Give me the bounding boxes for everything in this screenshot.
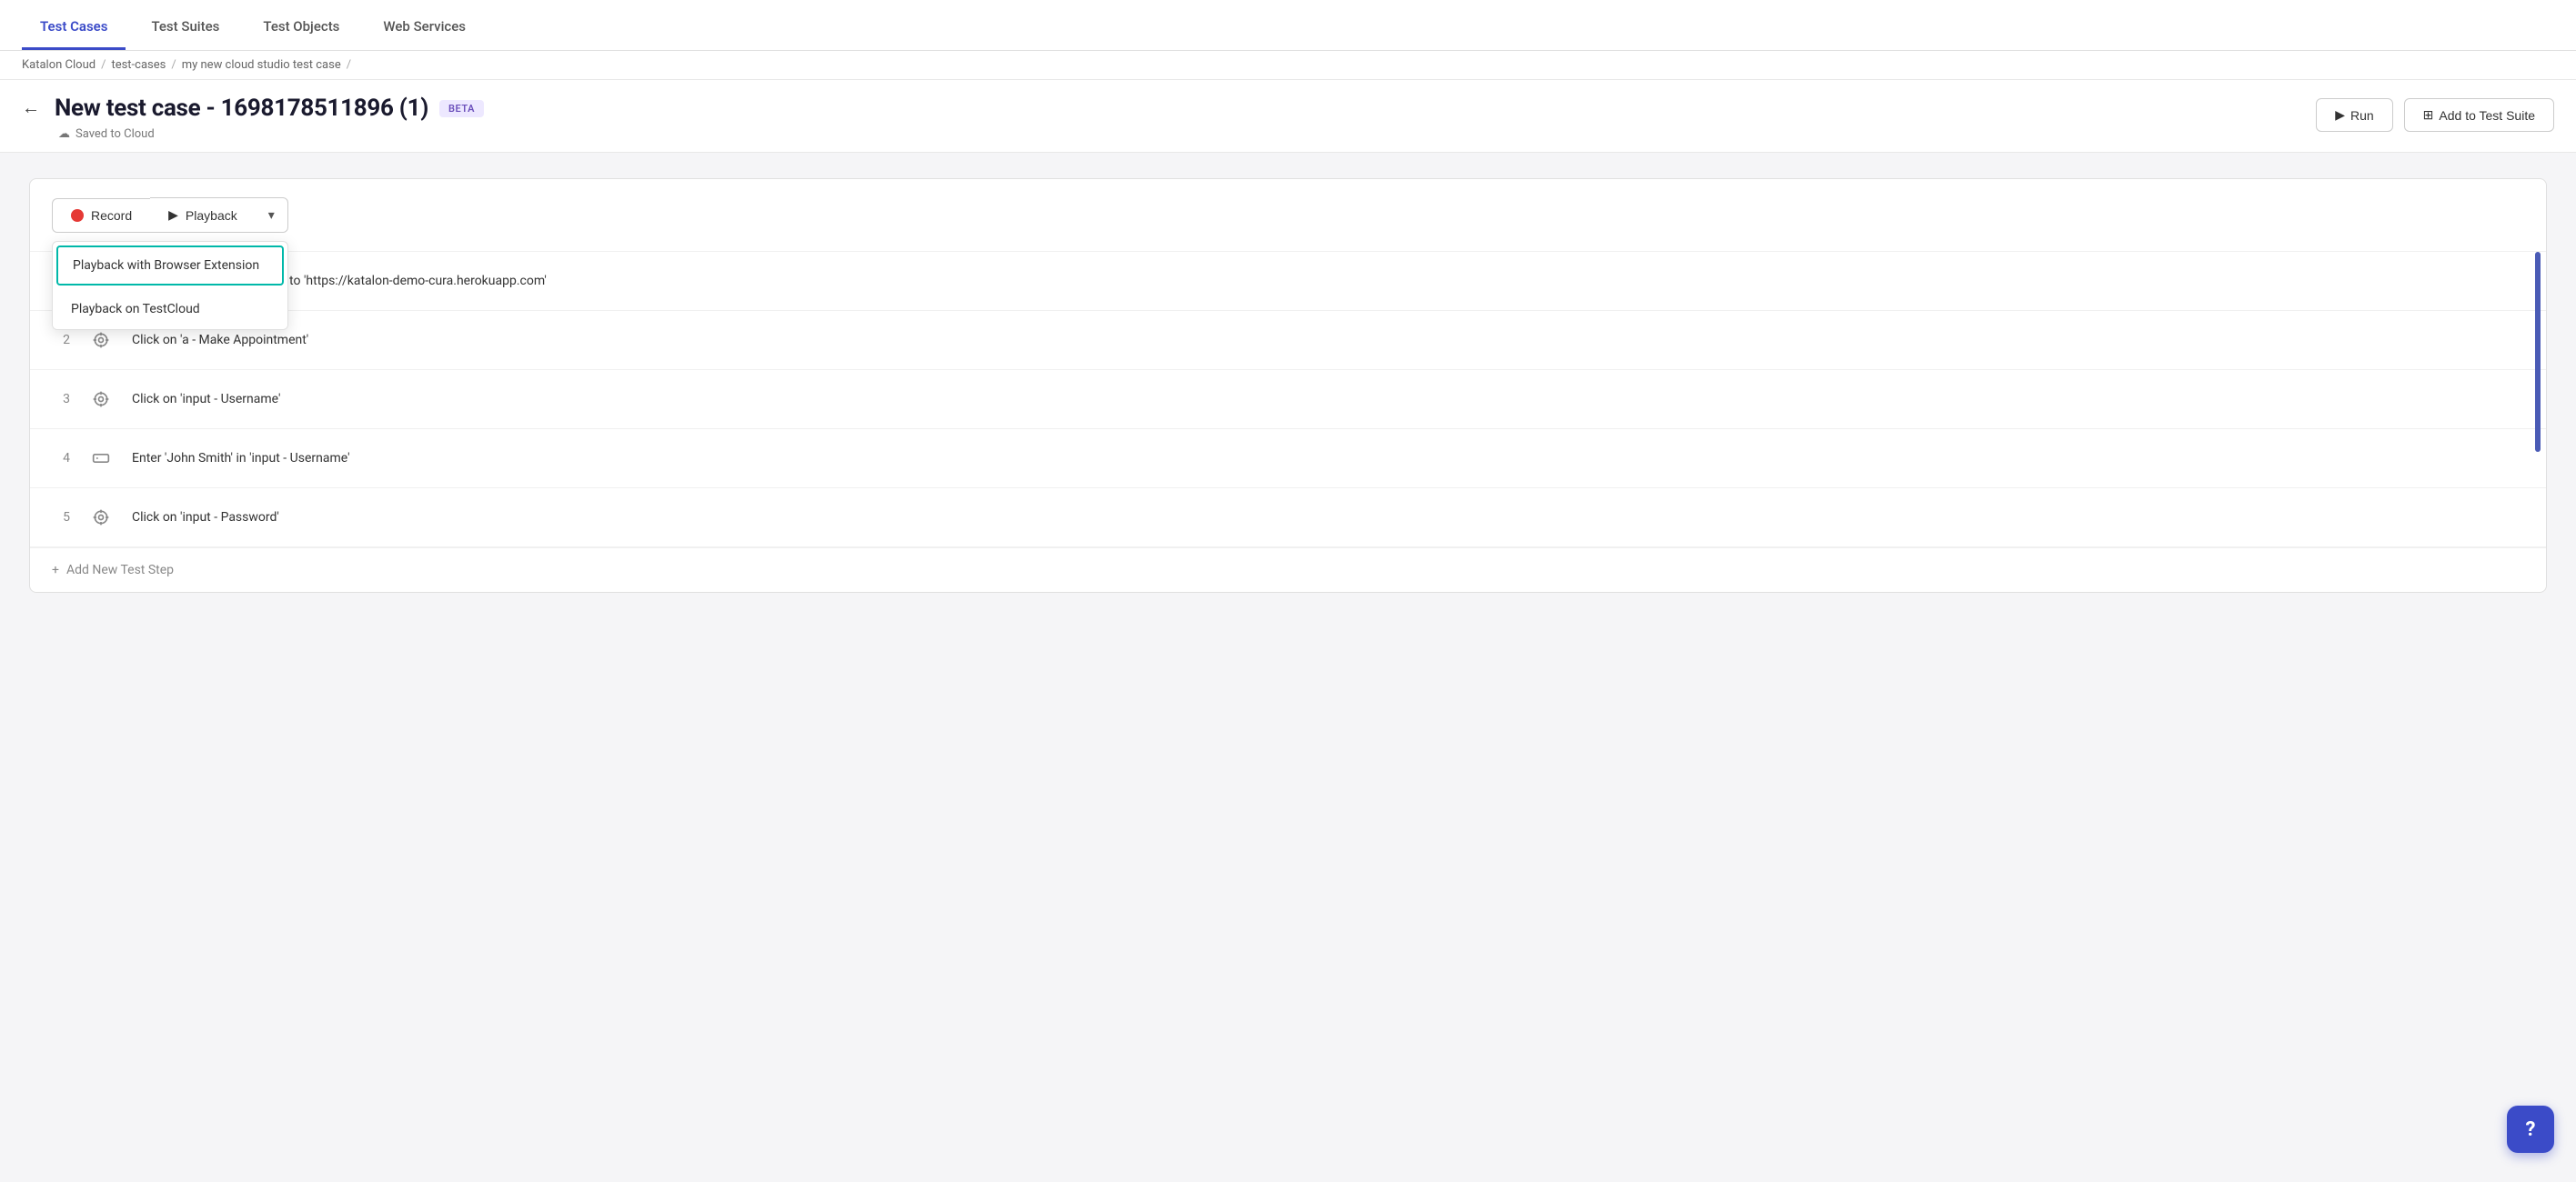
plus-icon: + [52,563,59,577]
tab-test-cases[interactable]: Test Cases [22,4,126,50]
run-label: Run [2350,108,2374,123]
run-icon: ▶ [2335,107,2345,123]
table-row: 3 Click on 'input - Username' [30,370,2546,429]
add-suite-label: Add to Test Suite [2439,108,2535,123]
header-actions: ▶ Run ⊞ Add to Test Suite [2316,98,2554,132]
target-icon [88,327,114,353]
test-steps: Open browser and navigate to 'https://ka… [30,252,2546,547]
add-step-row[interactable]: + Add New Test Step [30,547,2546,592]
target-icon [88,505,114,530]
run-button[interactable]: ▶ Run [2316,98,2392,132]
saved-status: ☁ Saved to Cloud [22,127,484,141]
toolbar: Record ▶ Playback ▾ [30,179,2546,252]
beta-badge: Beta [439,100,484,117]
target-icon [88,386,114,412]
suite-icon: ⊞ [2423,107,2434,123]
scrollbar-thumb[interactable] [2535,252,2541,452]
breadcrumb-test-cases[interactable]: test-cases [111,58,166,72]
step-description: Click on 'input - Password' [132,510,2524,525]
tab-web-services[interactable]: Web Services [365,4,484,50]
playback-dropdown-menu: Playback with Browser Extension Playback… [52,241,288,330]
main-content: Record ▶ Playback ▾ Playback with Browse… [0,153,2576,1182]
step-description: Enter 'John Smith' in 'input - Username' [132,451,2524,466]
input-icon [88,446,114,471]
breadcrumb-katalon[interactable]: Katalon Cloud [22,58,96,72]
step-description: Open browser and navigate to 'https://ka… [132,274,2524,288]
add-step-label: Add New Test Step [66,563,174,577]
step-number: 5 [52,510,70,525]
record-label: Record [91,208,132,223]
dropdown-item-testcloud[interactable]: Playback on TestCloud [53,289,287,329]
top-nav: Test Cases Test Suites Test Objects Web … [0,0,2576,51]
breadcrumb-test-name[interactable]: my new cloud studio test case [182,58,341,72]
page-header: ← New test case - 1698178511896 (1) Beta… [0,80,2576,153]
back-button[interactable]: ← [22,98,40,119]
cloud-icon: ☁ [58,127,70,141]
page-title: New test case - 1698178511896 (1) [55,95,428,122]
tab-test-objects[interactable]: Test Objects [245,4,357,50]
record-button[interactable]: Record [52,198,150,233]
tab-test-suites[interactable]: Test Suites [133,4,237,50]
step-description: Click on 'input - Username' [132,392,2524,406]
breadcrumb-sep-3: / [347,58,351,72]
table-row: 5 Click on 'input - Password' [30,488,2546,547]
playback-button[interactable]: ▶ Playback [150,197,256,233]
scrollbar[interactable] [2535,252,2541,547]
step-description: Click on 'a - Make Appointment' [132,333,2524,347]
header-left: ← New test case - 1698178511896 (1) Beta… [22,95,484,141]
play-icon: ▶ [168,207,178,223]
step-number: 4 [52,451,70,466]
table-row: 2 Click on 'a - Make Appointment' [30,311,2546,370]
test-panel: Record ▶ Playback ▾ Playback with Browse… [29,178,2547,593]
saved-label: Saved to Cloud [75,127,155,141]
playback-label: Playback [186,208,237,223]
chevron-down-icon: ▾ [268,207,275,223]
breadcrumb-sep-1: / [101,58,106,72]
chat-icon: ? [2526,1118,2536,1141]
table-row: 4 Enter 'John Smith' in 'input - Usernam… [30,429,2546,488]
table-row: Open browser and navigate to 'https://ka… [30,252,2546,311]
record-dot-icon [71,209,84,222]
breadcrumb-sep-2: / [171,58,176,72]
step-number: 2 [52,333,70,347]
add-to-test-suite-button[interactable]: ⊞ Add to Test Suite [2404,98,2554,132]
step-number: 3 [52,392,70,406]
title-row: ← New test case - 1698178511896 (1) Beta [22,95,484,122]
dropdown-item-browser-extension[interactable]: Playback with Browser Extension [56,245,284,285]
breadcrumb: Katalon Cloud / test-cases / my new clou… [0,51,2576,80]
chat-button[interactable]: ? [2507,1106,2554,1153]
playback-dropdown-button[interactable]: ▾ [256,197,288,233]
